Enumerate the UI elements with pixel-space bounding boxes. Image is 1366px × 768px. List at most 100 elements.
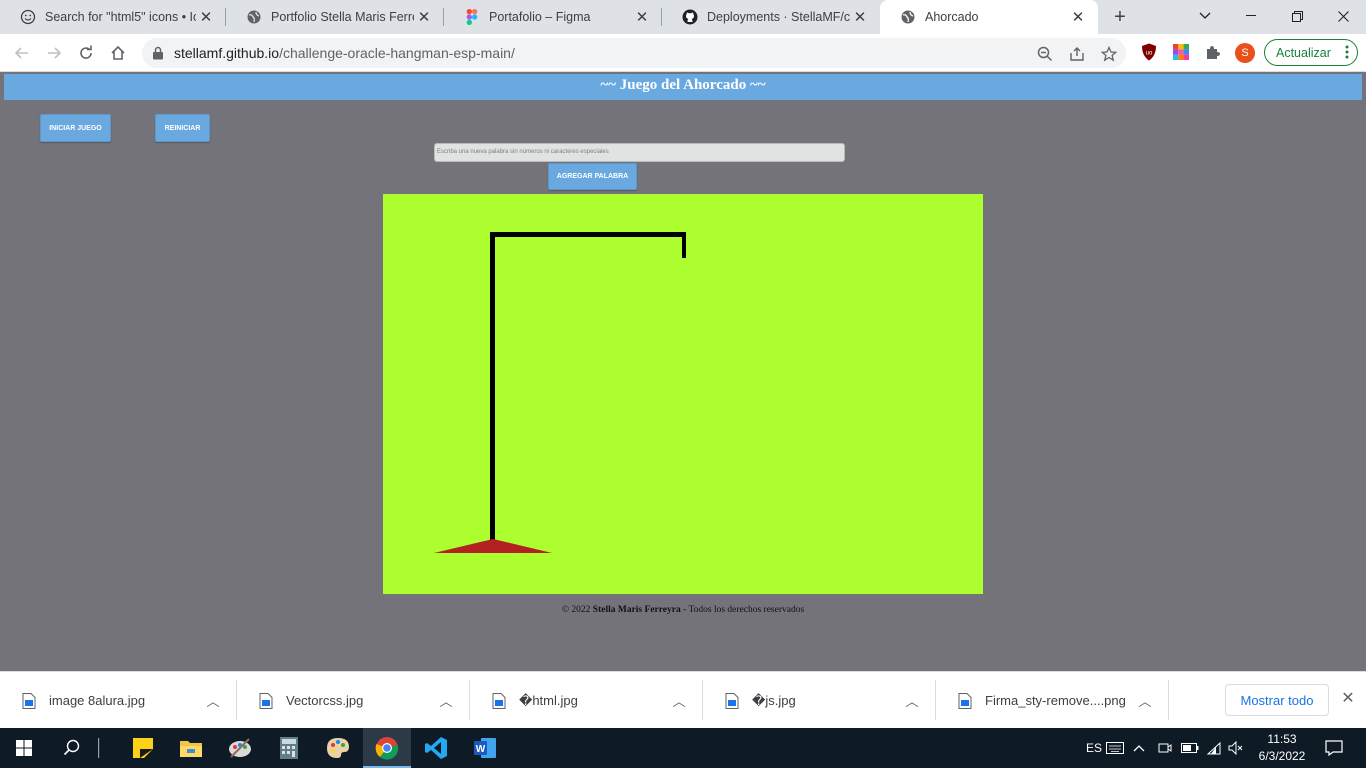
- tab-title: Ahorcado: [925, 10, 979, 24]
- close-downloads-icon[interactable]: ✕: [1338, 689, 1358, 709]
- color-palette-extension-icon[interactable]: [1171, 42, 1191, 62]
- wifi-icon[interactable]: [1206, 728, 1222, 768]
- game-canvas: [383, 194, 983, 594]
- smiley-icon: [20, 9, 36, 25]
- close-tab-icon[interactable]: ✕: [414, 8, 434, 26]
- forward-button[interactable]: [40, 39, 68, 67]
- svg-text:uo: uo: [1146, 51, 1153, 57]
- page-title: ~~ Juego del Ahorcado ~~: [4, 74, 1362, 100]
- close-tab-icon[interactable]: ✕: [1068, 8, 1088, 26]
- sticky-notes-icon[interactable]: [119, 728, 167, 768]
- chevron-up-icon[interactable]: ︿: [1135, 691, 1155, 710]
- download-item[interactable]: �html.jpg ︿: [470, 672, 703, 729]
- file-explorer-icon[interactable]: [167, 728, 215, 768]
- minimize-button[interactable]: [1228, 0, 1274, 32]
- share-icon[interactable]: [1068, 45, 1086, 63]
- windows-taskbar: W ES 11:53 6/3/2022: [0, 728, 1366, 768]
- calculator-icon[interactable]: [265, 728, 313, 768]
- task-view-icon[interactable]: [77, 728, 121, 768]
- gallows-drawing: [434, 232, 686, 553]
- github-icon: [682, 9, 698, 25]
- image-file-icon: [958, 692, 972, 709]
- chevron-up-icon[interactable]: ︿: [203, 691, 223, 710]
- back-button[interactable]: [8, 39, 36, 67]
- browser-toolbar: stellamf.github.io/challenge-oracle-hang…: [0, 34, 1366, 72]
- chrome-icon[interactable]: [363, 728, 411, 768]
- gallows-beam: [490, 232, 686, 237]
- close-tab-icon[interactable]: ✕: [850, 8, 870, 26]
- system-clock[interactable]: 11:53 6/3/2022: [1252, 731, 1312, 765]
- vscode-icon[interactable]: [412, 728, 460, 768]
- close-icon: [1337, 10, 1349, 22]
- new-tab-button[interactable]: +: [1108, 5, 1132, 29]
- url-text: stellamf.github.io/challenge-oracle-hang…: [174, 45, 515, 61]
- download-item[interactable]: �js.jpg ︿: [703, 672, 936, 729]
- gallows-post: [490, 233, 495, 540]
- input-language[interactable]: ES: [1086, 728, 1102, 768]
- zoom-icon[interactable]: [1036, 45, 1054, 63]
- tab-search-button[interactable]: [1182, 0, 1228, 32]
- gallows-base: [434, 539, 552, 553]
- meet-now-icon[interactable]: [1158, 728, 1172, 768]
- globe-icon: [900, 9, 916, 25]
- arrow-left-icon: [14, 47, 28, 59]
- lock-icon[interactable]: [152, 46, 164, 65]
- browser-tab[interactable]: Portafolio – Figma ✕: [444, 0, 662, 34]
- chevron-up-icon[interactable]: ︿: [436, 691, 456, 710]
- tab-title: Portfolio Stella Maris Ferreyra: [271, 10, 414, 24]
- download-item[interactable]: Firma_sty-remove....png ︿: [936, 672, 1169, 729]
- home-button[interactable]: [104, 39, 132, 67]
- puzzle-extensions-icon[interactable]: [1203, 42, 1223, 62]
- download-filename: �html.jpg: [519, 692, 578, 708]
- ublock-icon[interactable]: uo: [1139, 42, 1159, 62]
- reset-button[interactable]: REINICIAR: [155, 114, 210, 142]
- browser-tab[interactable]: Portfolio Stella Maris Ferreyra ✕: [226, 0, 444, 34]
- tab-title: Deployments · StellaMF/chal: [707, 10, 850, 24]
- more-menu-icon[interactable]: [1337, 42, 1357, 62]
- tab-title: Portafolio – Figma: [489, 10, 591, 24]
- add-word-button[interactable]: AGREGAR PALABRA: [548, 163, 637, 190]
- arrow-right-icon: [48, 47, 62, 59]
- download-item[interactable]: Vectorcss.jpg ︿: [237, 672, 470, 729]
- chevron-up-icon[interactable]: ︿: [902, 691, 922, 710]
- word-icon[interactable]: W: [461, 728, 509, 768]
- battery-icon[interactable]: [1181, 728, 1199, 768]
- image-file-icon: [725, 692, 739, 709]
- address-bar[interactable]: stellamf.github.io/challenge-oracle-hang…: [142, 38, 1126, 68]
- keyboard-icon[interactable]: [1106, 728, 1124, 768]
- minimize-icon: [1246, 15, 1256, 16]
- browser-tab[interactable]: Search for "html5" icons • Ico ✕: [0, 0, 226, 34]
- browser-tab[interactable]: Deployments · StellaMF/chal ✕: [662, 0, 880, 34]
- restore-button[interactable]: [1274, 0, 1320, 32]
- notifications-icon[interactable]: [1325, 728, 1343, 768]
- chevron-up-icon[interactable]: ︿: [669, 691, 689, 710]
- browser-tab-strip: Search for "html5" icons • Ico ✕ Portfol…: [0, 0, 1366, 34]
- paint-icon[interactable]: [216, 728, 264, 768]
- image-file-icon: [492, 692, 506, 709]
- download-item[interactable]: image 8alura.jpg ︿: [0, 672, 237, 729]
- new-word-input[interactable]: Escriba una nueva palabra sin números ni…: [434, 143, 845, 162]
- close-window-button[interactable]: [1320, 0, 1366, 32]
- paint-palette-icon[interactable]: [314, 728, 362, 768]
- bookmark-star-icon[interactable]: [1100, 45, 1118, 63]
- svg-text:W: W: [476, 744, 486, 755]
- browser-tab-active[interactable]: Ahorcado ✕: [880, 0, 1098, 34]
- volume-muted-icon[interactable]: [1228, 728, 1244, 768]
- reload-button[interactable]: [72, 39, 100, 67]
- footer-author: Stella Maris Ferreyra: [592, 605, 681, 615]
- close-tab-icon[interactable]: ✕: [196, 8, 216, 26]
- chevron-up-icon[interactable]: [1133, 728, 1145, 768]
- show-all-downloads-button[interactable]: Mostrar todo: [1225, 684, 1329, 716]
- page-viewport: ~~ Juego del Ahorcado ~~ INICIAR JUEGO R…: [0, 72, 1366, 671]
- image-file-icon: [22, 692, 36, 709]
- update-label: Actualizar: [1276, 45, 1331, 60]
- start-game-button[interactable]: INICIAR JUEGO: [40, 114, 111, 142]
- tab-title: Search for "html5" icons • Ico: [45, 10, 196, 24]
- home-icon: [111, 45, 125, 60]
- start-icon[interactable]: [0, 728, 48, 768]
- profile-avatar[interactable]: S: [1235, 43, 1255, 63]
- restore-icon: [1291, 10, 1303, 22]
- chevron-down-icon: [1199, 12, 1211, 19]
- download-filename: Vectorcss.jpg: [286, 693, 364, 708]
- close-tab-icon[interactable]: ✕: [632, 8, 652, 26]
